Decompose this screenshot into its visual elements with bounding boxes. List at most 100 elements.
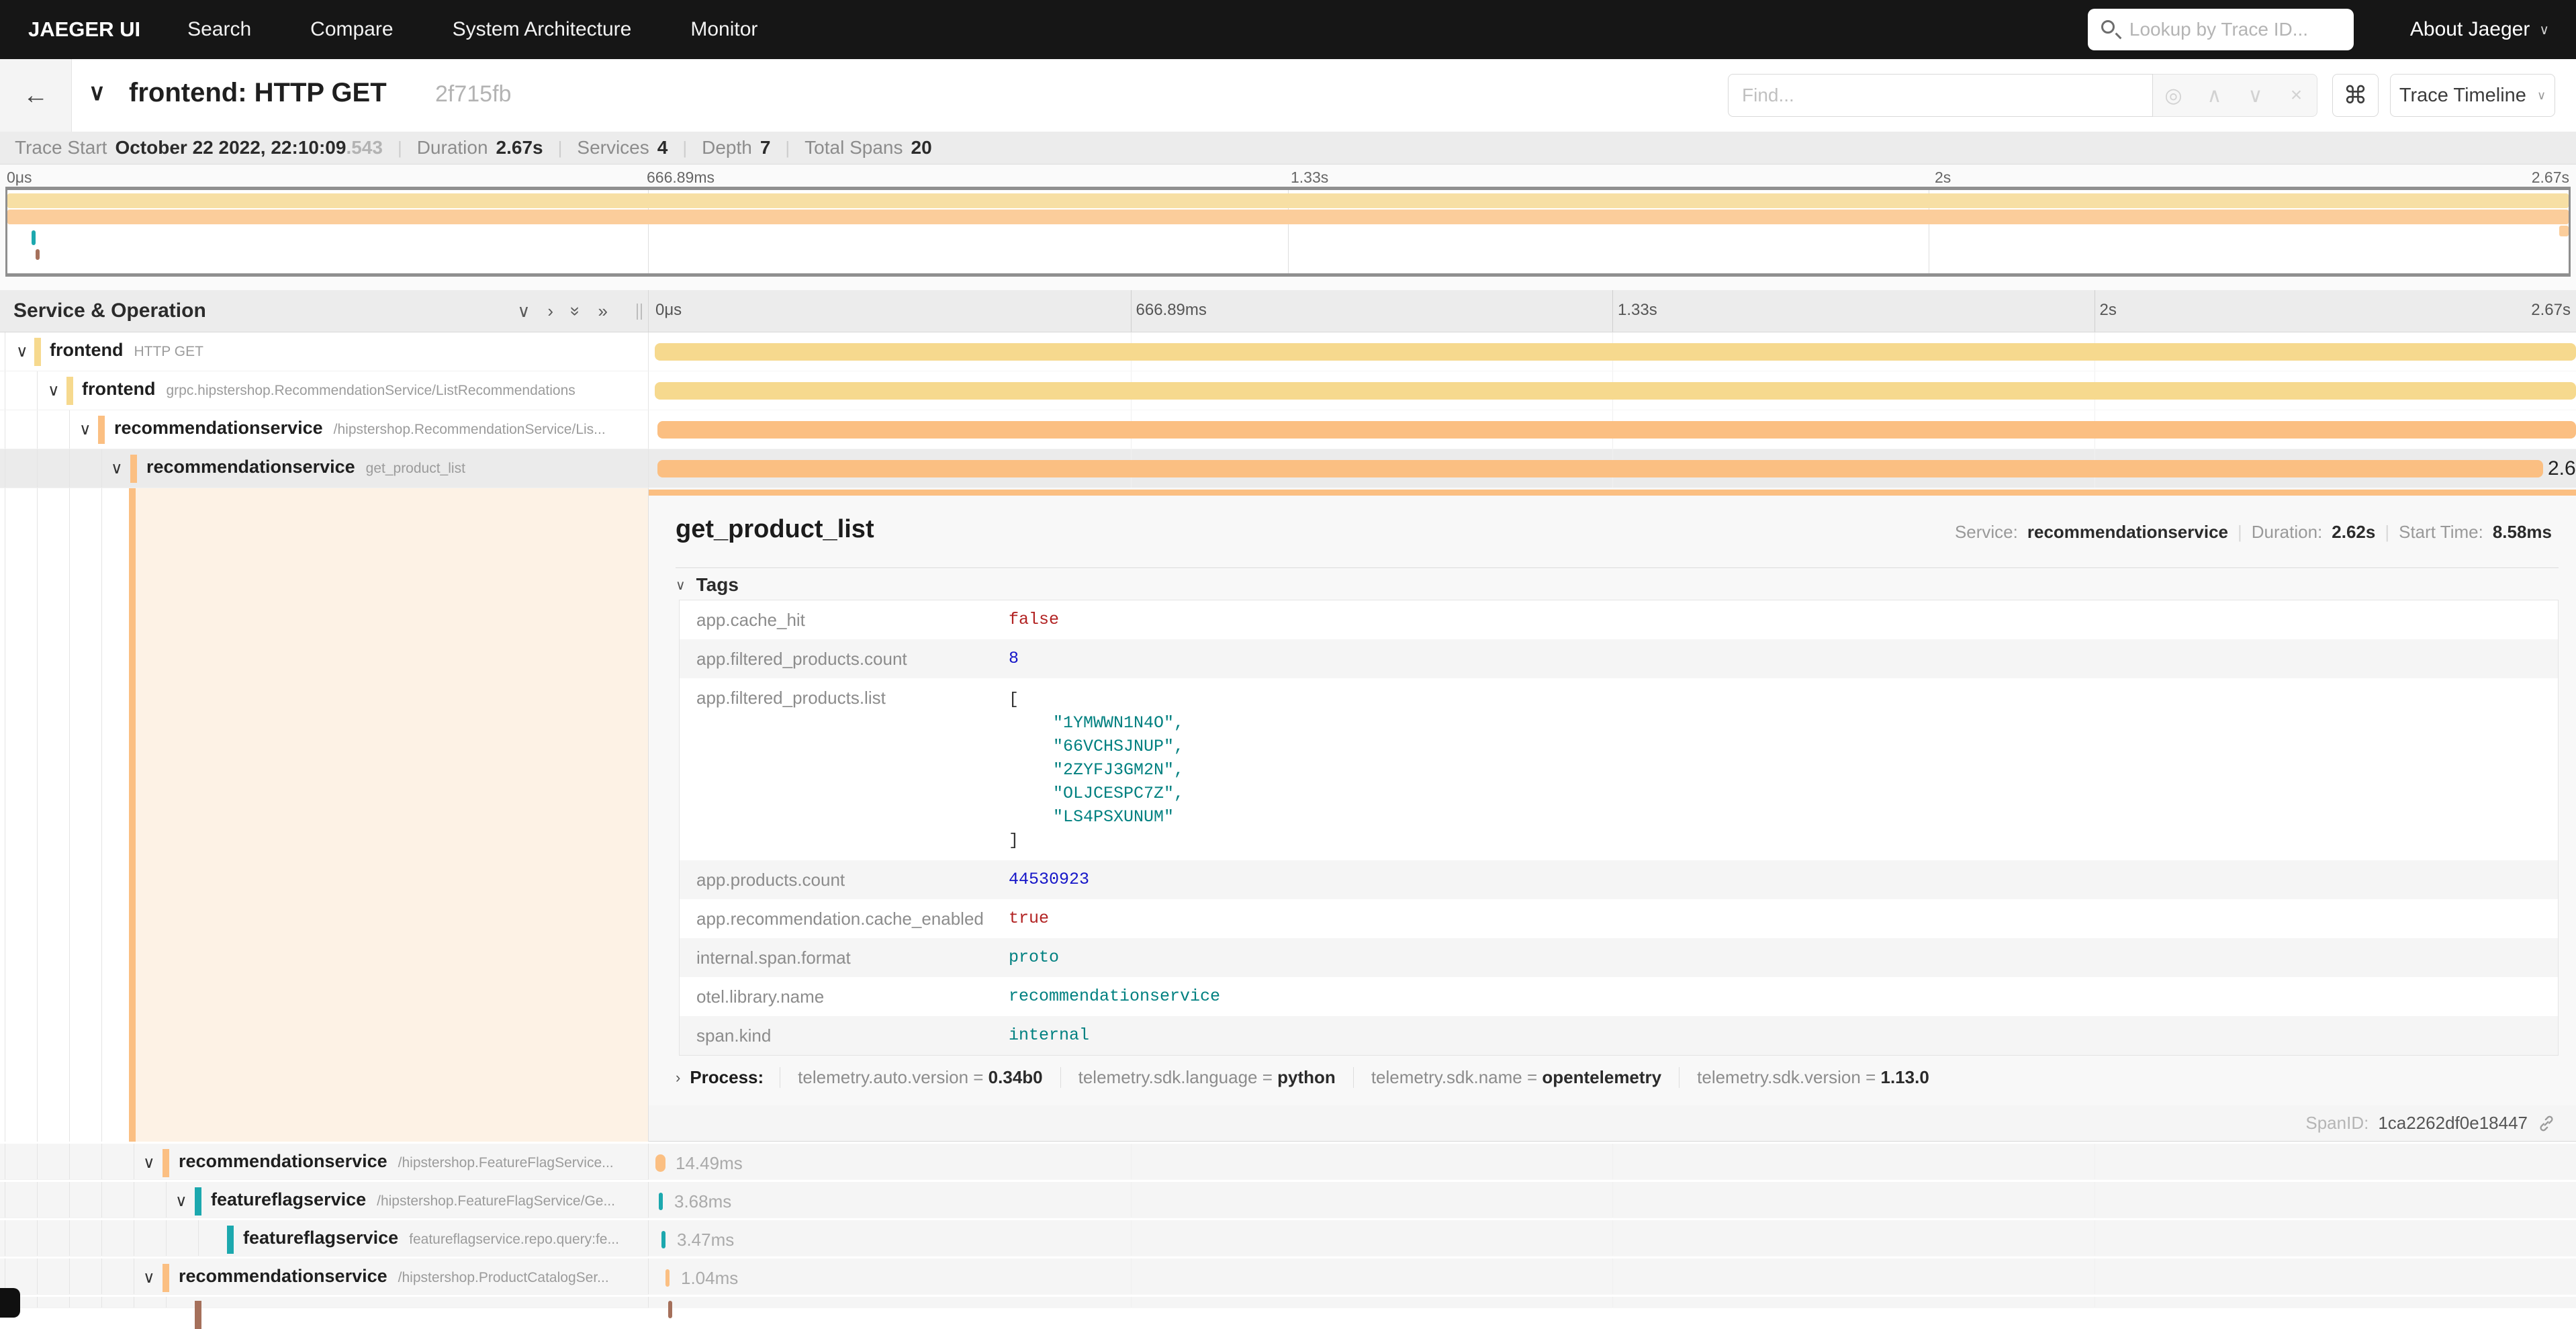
command-icon: ⌘	[2344, 81, 2368, 109]
nav-item-monitor[interactable]: Monitor	[690, 18, 757, 41]
span-operation: /hipstershop.RecommendationService/Lis..…	[334, 422, 606, 437]
collapse-span-icon[interactable]: ∨	[143, 1268, 155, 1287]
find-input[interactable]	[1728, 74, 2153, 117]
tag-key: app.filtered_products.list	[680, 678, 1009, 708]
span-row[interactable]: ∨ frontendHTTP GET	[0, 332, 2576, 371]
column-resize-handle[interactable]	[637, 304, 642, 320]
minimap-tick: 2.67s	[2532, 169, 2569, 187]
span-bar[interactable]	[668, 1301, 672, 1318]
span-row[interactable]: ∨ recommendationservice/hipstershop.Feat…	[0, 1142, 2576, 1180]
detail-highlight-area[interactable]	[136, 488, 648, 1142]
span-bar[interactable]	[657, 421, 2576, 439]
next-result-icon[interactable]: ∨	[2235, 75, 2276, 116]
span-bar[interactable]	[655, 382, 2576, 400]
span-id-bar: SpanID: 1ca2262df0e18447	[649, 1105, 2576, 1142]
span-operation: /hipstershop.FeatureFlagService/Ge...	[377, 1193, 615, 1209]
tag-row: app.filtered_products.count 8	[680, 639, 2558, 678]
total-spans-value: 20	[911, 137, 932, 158]
collapse-one-icon[interactable]: ∨	[517, 301, 530, 322]
trace-header: ← ∨ frontend: HTTP GET 2f715fb ◎ ∧ ∨ × ⌘…	[0, 59, 2576, 132]
start-time-value: 8.58ms	[2493, 522, 2552, 543]
clear-find-icon[interactable]: ×	[2276, 75, 2317, 116]
minimap-viewport[interactable]	[5, 187, 2571, 277]
tag-key: app.filtered_products.count	[680, 639, 1009, 670]
collapse-span-icon[interactable]: ∨	[143, 1153, 155, 1173]
expand-all-icon[interactable]: »	[598, 301, 608, 322]
timeline-tick: 1.33s	[1618, 301, 1657, 320]
tags-table: app.cache_hit false app.filtered_product…	[679, 600, 2559, 1056]
span-bar[interactable]	[655, 343, 2576, 361]
span-service: featureflagservice	[243, 1228, 398, 1248]
span-bar[interactable]	[655, 1154, 665, 1172]
tag-key: otel.library.name	[680, 977, 1009, 1007]
top-nav: JAEGER UI Search Compare System Architec…	[0, 0, 2576, 59]
span-operation: get_product_list	[366, 461, 465, 476]
service-color-bar	[98, 416, 105, 444]
minimap-span-bar	[32, 230, 36, 245]
collapse-trace-chevron[interactable]: ∨	[89, 79, 105, 106]
span-bar[interactable]	[659, 1193, 663, 1210]
timeline-tick: 2.67s	[2531, 301, 2571, 320]
minimap-span-bar	[7, 193, 2569, 208]
collapse-all-icon[interactable]: »	[571, 301, 580, 322]
service-color-bar	[227, 1226, 234, 1254]
duration-label: Duration	[417, 137, 488, 158]
service-color-bar	[34, 338, 41, 366]
span-row[interactable]: ∨ recommendationservice/hipstershop.Prod…	[0, 1256, 2576, 1295]
span-row-partial[interactable]	[0, 1295, 2576, 1308]
copy-link-icon[interactable]	[2537, 1114, 2556, 1133]
collapse-span-icon[interactable]: ∨	[175, 1191, 187, 1211]
service-color-bar	[163, 1149, 169, 1177]
focus-target-icon[interactable]: ◎	[2153, 75, 2194, 116]
keyboard-shortcuts-button[interactable]: ⌘	[2332, 74, 2379, 117]
span-id-label: SpanID:	[2305, 1113, 2368, 1134]
service-color-bar	[195, 1187, 201, 1216]
minimap-span-bar	[36, 249, 40, 260]
span-duration: 3.47ms	[677, 1230, 734, 1250]
tags-section-toggle[interactable]: ∨ Tags	[676, 574, 739, 596]
scroll-helper-button[interactable]	[0, 1288, 20, 1318]
back-button[interactable]: ←	[0, 59, 72, 132]
service-color-bar	[195, 1301, 201, 1329]
trace-lookup-input[interactable]	[2088, 9, 2354, 50]
about-jaeger-menu[interactable]: About Jaeger ∨	[2410, 18, 2549, 41]
prev-result-icon[interactable]: ∧	[2194, 75, 2235, 116]
span-color-accent	[649, 490, 2576, 496]
collapse-span-icon[interactable]: ∨	[16, 342, 28, 361]
span-row[interactable]: ∨ featureflagservice/hipstershop.Feature…	[0, 1180, 2576, 1218]
span-row[interactable]: ∨ recommendationservice/hipstershop.Reco…	[0, 410, 2576, 449]
nav-item-search[interactable]: Search	[187, 18, 251, 41]
span-detail-row: get_product_list Service:recommendations…	[0, 488, 2576, 1142]
tag-row: span.kind internal	[680, 1016, 2558, 1055]
span-bar[interactable]	[657, 460, 2543, 477]
chevron-right-icon: ›	[676, 1069, 680, 1087]
span-row-selected[interactable]: ∨ recommendationserviceget_product_list …	[0, 449, 2576, 488]
span-row[interactable]: featureflagservicefeatureflagservice.rep…	[0, 1218, 2576, 1256]
search-icon	[2101, 20, 2115, 34]
nav-item-compare[interactable]: Compare	[310, 18, 393, 41]
span-duration: 14.49ms	[676, 1153, 743, 1174]
trace-start-value: October 22 2022, 22:10:09	[115, 137, 346, 158]
span-bar[interactable]	[661, 1231, 665, 1248]
minimap-span-bar	[7, 210, 2569, 224]
timeline-column-header: Service & Operation ∨ › » » 0μs 666.89ms…	[0, 290, 2576, 332]
collapse-span-icon[interactable]: ∨	[79, 420, 91, 439]
tag-value: proto	[1009, 938, 1059, 975]
trace-view-selector[interactable]: Trace Timeline ∨	[2390, 74, 2555, 117]
span-duration: 1.04ms	[681, 1268, 738, 1289]
span-row[interactable]: ∨ frontendgrpc.hipstershop.Recommendatio…	[0, 371, 2576, 410]
app-logo[interactable]: JAEGER UI	[28, 17, 140, 42]
tag-value: internal	[1009, 1016, 1089, 1053]
span-duration: 3.68ms	[674, 1191, 731, 1212]
process-item: telemetry.sdk.version = 1.13.0	[1679, 1067, 1947, 1088]
expand-one-icon[interactable]: ›	[547, 301, 553, 322]
span-bar[interactable]	[665, 1269, 670, 1287]
span-service: featureflagservice	[211, 1189, 366, 1209]
collapse-span-icon[interactable]: ∨	[48, 381, 60, 400]
span-operation: /hipstershop.FeatureFlagService...	[398, 1155, 614, 1171]
collapse-span-icon[interactable]: ∨	[111, 459, 123, 478]
nav-item-system-architecture[interactable]: System Architecture	[453, 18, 632, 41]
process-summary[interactable]: › Process: telemetry.auto.version = 0.34…	[676, 1067, 1947, 1088]
tag-value-list: [ "1YMWWN1N4O", "66VCHSJNUP", "2ZYFJ3GM2…	[1009, 678, 1184, 860]
minimap-tick: 0μs	[7, 169, 32, 187]
